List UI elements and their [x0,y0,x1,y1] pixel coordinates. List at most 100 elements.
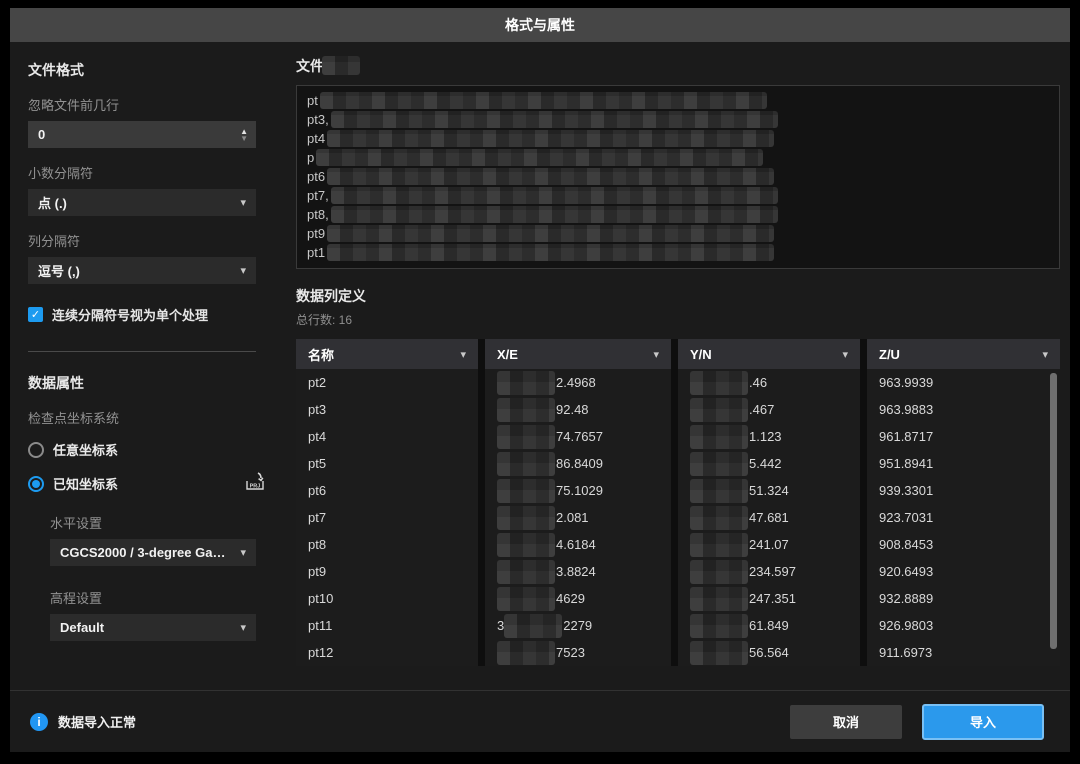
redaction-mosaic [497,587,555,611]
column-header-zu-label: Z/U [879,347,900,362]
chevron-down-icon: ▾ [232,546,246,559]
column-header-xe[interactable]: X/E ▾ [485,339,671,369]
stepper-down-icon[interactable]: ▼ [240,135,248,142]
elevation-select[interactable]: Default ▾ [50,614,256,641]
redaction-mosaic [690,641,748,665]
stepper-arrows[interactable]: ▲ ▼ [240,128,248,142]
file-preview-box: ptpt3,pt4ppt6pt7,pt8,pt9pt1 [296,85,1060,269]
preview-line: pt7, [307,186,1049,205]
column-separator-value: 逗号 (,) [38,261,232,280]
table-scrollbar[interactable] [1050,373,1057,649]
redaction-mosaic [690,506,748,530]
preview-line-prefix: pt7, [307,188,329,203]
table-cell-xe: 4.6184 [485,531,671,558]
decimal-separator-select[interactable]: 点 (.) ▾ [28,189,256,216]
table-cell-name: pt8 [296,531,478,558]
column-header-yn-label: Y/N [690,347,712,362]
table-cell-xe: 4629 [485,585,671,612]
left-panel-divider [28,351,256,352]
table-cell-zu: 923.7031 [867,504,1060,531]
column-header-name[interactable]: 名称 ▾ [296,339,478,369]
radio-arbitrary-crs[interactable]: 任意坐标系 [28,440,280,459]
column-separator-select[interactable]: 逗号 (,) ▾ [28,257,256,284]
dialog-title: 格式与属性 [10,8,1070,42]
column-header-zu[interactable]: Z/U ▾ [867,339,1060,369]
checkbox-checked-icon[interactable]: ✓ [28,307,43,322]
table-cell-name: pt4 [296,423,478,450]
table-cell-zu: 963.9883 [867,396,1060,423]
decimal-separator-label: 小数分隔符 [28,163,280,182]
column-header-yn[interactable]: Y/N ▾ [678,339,860,369]
table-cell-name: pt10 [296,585,478,612]
info-icon: i [30,713,48,731]
preview-line-prefix: pt3, [307,112,329,127]
redaction-mosaic [690,425,748,449]
preview-line-prefix: pt8, [307,207,329,222]
merge-separators-checkbox[interactable]: ✓ 连续分隔符号视为单个处理 [28,305,280,324]
decimal-separator-value: 点 (.) [38,193,232,212]
left-panel: 文件格式 忽略文件前几行 0 ▲ ▼ 小数分隔符 点 (.) ▾ 列分隔符 逗号… [10,42,280,690]
radio-unselected-icon[interactable] [28,442,44,458]
table-body: pt22.4968.46963.9939pt392.48.467963.9883… [296,369,1060,666]
table-cell-yn: 247.351 [678,585,860,612]
redaction-mosaic [497,479,555,503]
table-cell-yn: 241.07 [678,531,860,558]
redaction-mosaic [690,479,748,503]
redaction-mosaic [327,168,774,185]
radio-known-crs[interactable]: 已知坐标系 PRJ [28,472,280,495]
redaction-mosaic [327,244,774,261]
table-cell-zu: 963.9939 [867,369,1060,396]
redaction-mosaic [690,587,748,611]
redaction-mosaic [331,206,778,223]
table-cell-xe: 92.48 [485,396,671,423]
redaction-mosaic [690,533,748,557]
column-definition-section-title: 数据列定义 [296,286,1060,306]
cancel-button[interactable]: 取消 [790,705,902,739]
preview-line-prefix: pt [307,93,318,108]
redaction-mosaic [504,614,562,638]
table-cell-name: pt12 [296,639,478,666]
table-header-row: 名称 ▾ X/E ▾ Y/N ▾ Z/U ▾ [296,339,1060,369]
table-cell-zu: 939.3301 [867,477,1060,504]
preview-line-prefix: pt6 [307,169,325,184]
redaction-mosaic [331,111,778,128]
horizontal-crs-select[interactable]: CGCS2000 / 3-degree Gau… ▾ [50,539,256,566]
checkpoint-crs-label: 检查点坐标系统 [28,408,280,427]
table-cell-xe: 86.8409 [485,450,671,477]
table-cell-yn: 61.849 [678,612,860,639]
import-prj-button[interactable]: PRJ [244,472,266,495]
radio-selected-icon[interactable] [28,476,44,492]
dialog-footer: i 数据导入正常 取消 导入 [10,690,1070,752]
table-cell-xe: 32279 [485,612,671,639]
table-cell-name: pt5 [296,450,478,477]
elevation-value: Default [60,620,232,635]
import-button[interactable]: 导入 [922,704,1044,740]
preview-line: pt9 [307,224,1049,243]
chevron-down-icon: ▾ [232,196,246,209]
redaction-mosaic [497,425,555,449]
status-message: i 数据导入正常 [30,712,136,731]
table-cell-yn: 1.123 [678,423,860,450]
column-separator-label: 列分隔符 [28,231,280,250]
column-header-name-label: 名称 [308,345,334,364]
column-definition-table: 名称 ▾ X/E ▾ Y/N ▾ Z/U ▾ [296,339,1060,666]
skip-lines-stepper[interactable]: 0 ▲ ▼ [28,121,256,148]
preview-line: pt3, [307,110,1049,129]
redaction-mosaic [497,641,555,665]
redaction-mosaic [690,371,748,395]
table-cell-name: pt7 [296,504,478,531]
table-cell-xe: 75.1029 [485,477,671,504]
right-panel: 文件预览 ptpt3,pt4ppt6pt7,pt8,pt9pt1 数据列定义 总… [280,42,1070,690]
redaction-mosaic [690,560,748,584]
redaction-mosaic [497,371,555,395]
table-cell-xe: 74.7657 [485,423,671,450]
radio-arbitrary-crs-label: 任意坐标系 [53,440,118,459]
status-text: 数据导入正常 [58,712,136,731]
total-rows-label: 总行数: 16 [296,311,1060,328]
table-cell-xe: 3.8824 [485,558,671,585]
table-cell-yn: 5.442 [678,450,860,477]
preview-line-prefix: pt1 [307,245,325,260]
horizontal-crs-value: CGCS2000 / 3-degree Gau… [60,545,232,560]
chevron-down-icon: ▾ [645,348,659,361]
horizontal-setting-label: 水平设置 [50,513,280,532]
